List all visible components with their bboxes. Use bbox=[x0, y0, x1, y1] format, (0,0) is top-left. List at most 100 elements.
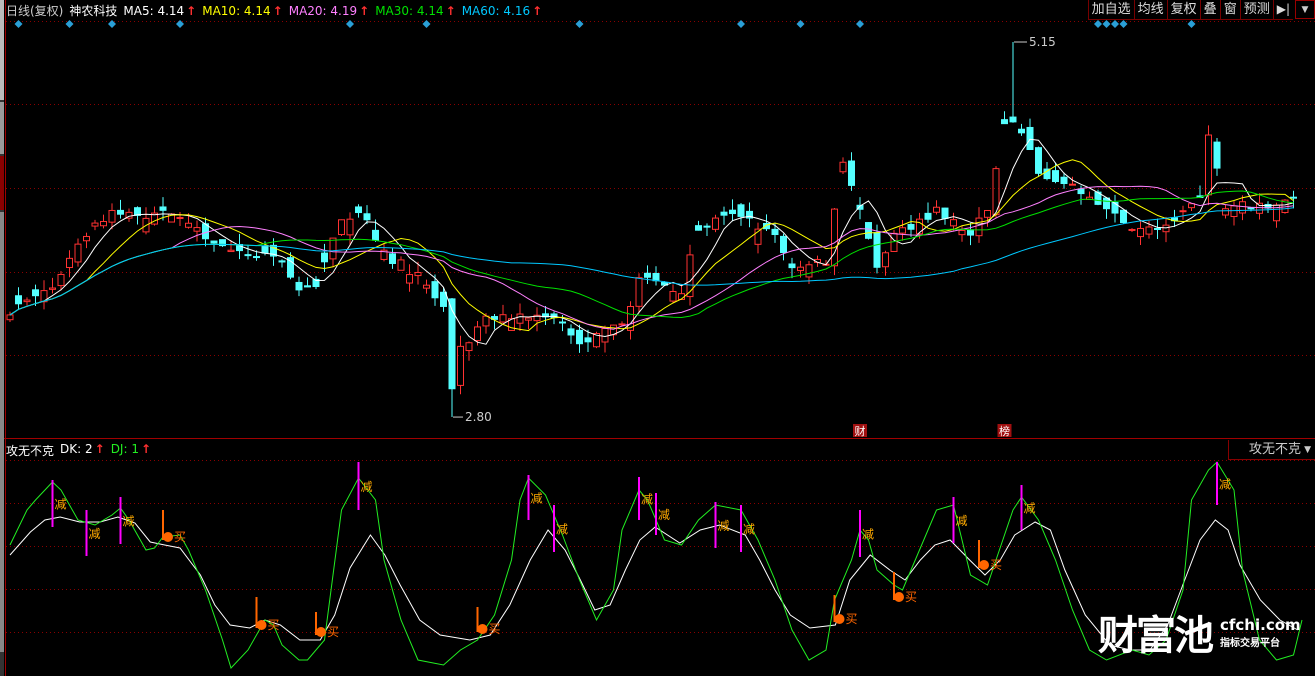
candle-down bbox=[117, 209, 124, 215]
buy-signal-dot-icon bbox=[834, 614, 845, 624]
strip-segment bbox=[0, 212, 4, 652]
event-tags[interactable]: 财榜 bbox=[853, 424, 1012, 438]
ma5-line bbox=[9, 138, 1294, 345]
candle-up bbox=[227, 249, 235, 253]
up-arrow-icon: ↑ bbox=[532, 3, 543, 18]
up-arrow-icon: ↑ bbox=[94, 442, 105, 456]
candle-up bbox=[74, 243, 82, 263]
candle-down bbox=[1120, 209, 1127, 224]
candle-down bbox=[771, 228, 779, 236]
candle-down bbox=[559, 321, 566, 324]
candle-down bbox=[1043, 168, 1051, 180]
candle-up bbox=[1239, 201, 1246, 214]
grid-lines bbox=[5, 0, 1315, 676]
candle-down bbox=[703, 225, 711, 228]
candle-up bbox=[414, 271, 422, 277]
candle-down bbox=[159, 206, 167, 211]
stock-name: 神农科技 bbox=[69, 4, 118, 18]
buy-signal-label: 买 bbox=[327, 625, 339, 639]
candle-down bbox=[1026, 126, 1034, 151]
overlay-button[interactable]: 叠 bbox=[1199, 0, 1220, 20]
ma10-label: MA10: 4.14 bbox=[202, 3, 271, 18]
buy-signal-label: 买 bbox=[846, 612, 858, 626]
candle-down bbox=[873, 232, 881, 268]
max-price-label: 5.15 bbox=[1029, 35, 1056, 49]
sell-signal-label: 减 bbox=[1024, 502, 1036, 516]
candle-down bbox=[1111, 201, 1119, 214]
adjust-button[interactable]: 复权 bbox=[1166, 0, 1200, 20]
period-label[interactable]: 日线(复权) bbox=[6, 2, 63, 19]
candle-up bbox=[193, 227, 201, 232]
event-tag-label: 财 bbox=[855, 424, 866, 438]
candle-down bbox=[389, 253, 396, 264]
candle-down bbox=[440, 291, 447, 307]
candle-up bbox=[525, 317, 532, 321]
min-price-label: 2.80 bbox=[465, 410, 492, 424]
diamond-marker-icon bbox=[1102, 20, 1111, 28]
candle-up bbox=[482, 315, 490, 327]
candle-up bbox=[1128, 228, 1136, 231]
candle-up bbox=[338, 219, 345, 236]
strip-segment bbox=[0, 102, 4, 154]
candle-up bbox=[975, 217, 983, 237]
sell-signal-label: 减 bbox=[718, 519, 730, 533]
main-chart-header: 日线(复权) 神农科技 MA5: 4.14 ↑ MA10: 4.14 ↑ MA20:… bbox=[6, 2, 542, 19]
candle-up bbox=[916, 218, 923, 235]
sell-signal-label: 减 bbox=[862, 528, 874, 542]
dk-value: DK: 2 ↑ bbox=[60, 442, 105, 459]
toolbar: 加自选 均线 复权 叠 窗 预测 ▶| bbox=[1087, 0, 1293, 20]
sell-signal-label: 减 bbox=[1219, 478, 1231, 492]
candle-down bbox=[652, 273, 660, 282]
candle-down bbox=[865, 222, 872, 239]
candle-down bbox=[1290, 196, 1297, 199]
forecast-button[interactable]: 预测 bbox=[1239, 0, 1273, 20]
candle-down bbox=[567, 328, 575, 336]
candle-down bbox=[584, 337, 592, 343]
moving-average-lines bbox=[9, 138, 1294, 345]
candle-down bbox=[737, 204, 745, 217]
ma60-label: MA60: 4.16 bbox=[461, 3, 531, 18]
diamond-marker-icon bbox=[1111, 20, 1119, 28]
candle-up bbox=[797, 266, 804, 272]
indicator-selector[interactable]: 攻无不克 ▼ bbox=[1228, 440, 1315, 460]
candle-up bbox=[465, 342, 473, 352]
candle-down bbox=[967, 229, 974, 236]
candle-up bbox=[83, 235, 90, 242]
left-scroll-strip[interactable] bbox=[0, 0, 4, 676]
candle-up bbox=[57, 273, 65, 287]
ma30-value: MA30: 4.14 ↑ bbox=[375, 4, 455, 18]
candle-up bbox=[346, 218, 354, 236]
candle-up bbox=[1162, 224, 1170, 233]
candle-down bbox=[261, 245, 269, 254]
up-arrow-icon: ↑ bbox=[186, 3, 197, 18]
watermark-url: cfchi.com bbox=[1220, 615, 1301, 634]
up-arrow-icon: ↑ bbox=[272, 3, 283, 18]
chevron-down-icon[interactable]: ▼ bbox=[1295, 0, 1315, 19]
price-chart[interactable]: 5.15 2.80 财榜 减减减减减减减减减减减减减减买买买买买买买 bbox=[0, 0, 1315, 676]
buy-signal-label: 买 bbox=[905, 590, 917, 604]
sell-signal-label: 减 bbox=[658, 508, 670, 522]
candle-up bbox=[329, 237, 337, 260]
ma-settings-button[interactable]: 均线 bbox=[1133, 0, 1167, 20]
candle-up bbox=[100, 220, 107, 227]
candle-up bbox=[1145, 226, 1153, 235]
candle-down bbox=[304, 285, 311, 288]
candle-down bbox=[644, 272, 651, 278]
candle-up bbox=[6, 314, 14, 321]
candle-down bbox=[32, 289, 39, 297]
candle-up bbox=[669, 290, 677, 302]
sell-signal-label: 减 bbox=[89, 527, 101, 541]
candle-down bbox=[788, 263, 796, 269]
candle-up bbox=[831, 208, 838, 267]
chevron-down-icon: ▼ bbox=[1304, 445, 1311, 455]
candle-up bbox=[457, 345, 464, 386]
strip-segment bbox=[0, 156, 4, 210]
collapse-panel-icon[interactable]: ▶| bbox=[1272, 0, 1293, 20]
ma10-line bbox=[9, 159, 1294, 332]
candle-up bbox=[984, 209, 991, 218]
candle-up bbox=[950, 219, 957, 227]
window-button[interactable]: 窗 bbox=[1219, 0, 1240, 20]
ma20-label: MA20: 4.19 bbox=[288, 3, 358, 18]
add-watchlist-button[interactable]: 加自选 bbox=[1087, 0, 1134, 20]
ma5-label: MA5: 4.14 bbox=[123, 3, 185, 18]
